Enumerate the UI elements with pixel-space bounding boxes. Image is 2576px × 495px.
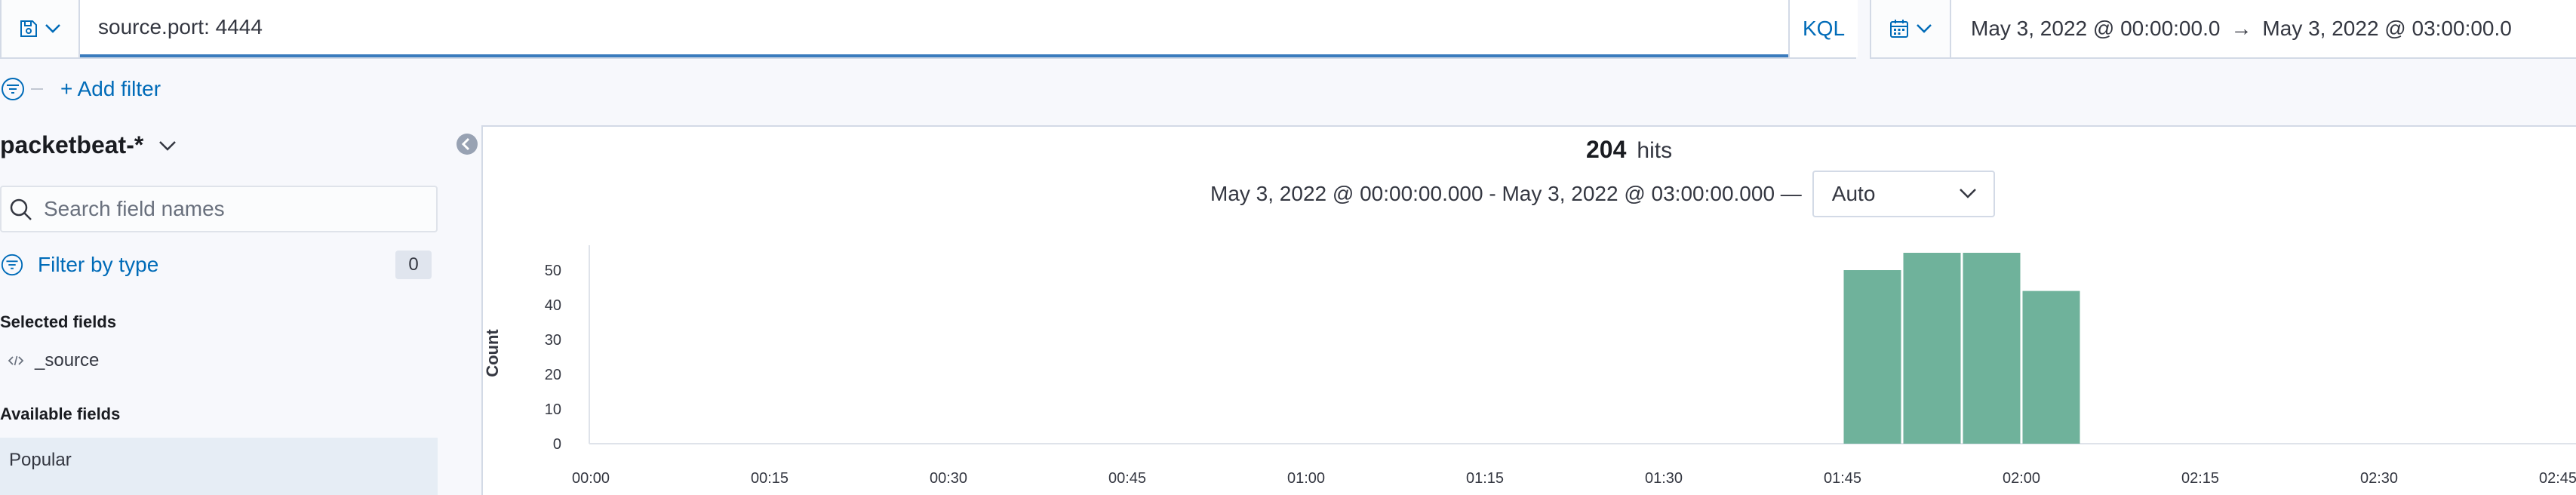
filter-options-button[interactable]	[0, 76, 44, 102]
available-fields-title: Available fields	[0, 404, 121, 423]
chevron-down-icon	[45, 23, 61, 34]
x-tick-label: 02:00	[2003, 470, 2040, 487]
filter-row: + Add filter	[0, 72, 161, 106]
calendar-icon	[1889, 18, 1910, 39]
histogram-bar	[2022, 291, 2080, 444]
index-pattern-label: packetbeat-*	[0, 131, 144, 158]
index-pattern-selector[interactable]: packetbeat-*	[0, 131, 177, 159]
filter-by-type-button[interactable]: Filter by type 0	[0, 247, 438, 282]
kql-button[interactable]: KQL	[1788, 0, 1858, 57]
search-icon	[9, 198, 33, 222]
x-tick-label: 00:30	[930, 470, 967, 487]
histogram-bar	[1963, 253, 2021, 444]
y-axis-label: Count	[483, 329, 502, 377]
histogram-chart: Count 0 10 20 30 40 50 00:00 00:15 00:30 00:45 01:0…	[483, 245, 2576, 487]
start-date-button[interactable]: May 3, 2022 @ 00:00:00.0	[1971, 17, 2220, 41]
date-range: May 3, 2022 @ 00:00:00.0 → May 3, 2022 @…	[1951, 0, 2576, 57]
x-tick-label: 01:45	[1824, 470, 1861, 487]
y-tick-label: 30	[545, 332, 561, 349]
saved-query-button[interactable]	[2, 0, 80, 57]
chevron-down-icon	[1959, 187, 1977, 199]
histogram-bar	[1843, 270, 1901, 444]
x-tick-label: 00:45	[1108, 470, 1146, 487]
x-tick-label: 02:45	[2539, 470, 2576, 487]
x-tick-label: 02:30	[2360, 470, 2398, 487]
interval-value: Auto	[1831, 182, 1876, 205]
end-date-button[interactable]: May 3, 2022 @ 03:00:00.0	[2262, 17, 2511, 41]
filter-by-type-label: Filter by type	[38, 253, 159, 276]
chevron-down-icon	[1916, 23, 1932, 34]
selected-fields-title: Selected fields	[0, 312, 117, 331]
filter-count-badge: 0	[395, 251, 432, 279]
arrow-right-icon: →	[2230, 17, 2252, 40]
filter-icon	[0, 76, 26, 102]
x-tick-label: 02:15	[2181, 470, 2219, 487]
chevron-down-icon	[158, 140, 177, 152]
y-tick-label: 40	[545, 297, 561, 314]
x-tick-label: 01:15	[1466, 470, 1504, 487]
hits-count: 204	[1586, 136, 1627, 163]
hits-label: hits	[1637, 138, 1673, 163]
x-tick-label: 01:00	[1287, 470, 1325, 487]
add-filter-button[interactable]: + Add filter	[60, 77, 161, 101]
query-input[interactable]	[80, 0, 1788, 57]
divider-dash-icon	[30, 87, 44, 91]
sidebar: packetbeat-* Search field names Filter b…	[0, 121, 478, 495]
filter-icon	[0, 253, 24, 277]
y-tick-label: 20	[545, 367, 561, 383]
search-field-names	[0, 186, 438, 232]
popular-fields-group[interactable]: Popular	[0, 438, 438, 495]
arrow-left-circle-icon	[456, 133, 478, 155]
x-tick-label: 00:15	[751, 470, 788, 487]
histogram-bar	[1903, 253, 1961, 444]
quick-select-button[interactable]	[1871, 0, 1951, 57]
y-tick-label: 50	[545, 263, 561, 279]
time-range-row: May 3, 2022 @ 00:00:00.000 - May 3, 2022…	[1210, 171, 1995, 217]
time-range-text: May 3, 2022 @ 00:00:00.000 - May 3, 2022…	[1210, 182, 1802, 205]
popular-label: Popular	[9, 450, 72, 470]
x-tick-label: 01:30	[1645, 470, 1683, 487]
hits-summary: 204 hits	[1586, 136, 1672, 164]
results-panel: 204 hits May 3, 2022 @ 00:00:00.000 - Ma…	[481, 125, 2576, 495]
save-icon	[19, 19, 38, 38]
search-field-names-input[interactable]	[44, 187, 421, 231]
code-icon	[8, 355, 24, 367]
collapse-sidebar-button[interactable]	[456, 133, 478, 155]
query-bar: KQL	[0, 0, 1858, 59]
x-tick-label: 00:00	[572, 470, 610, 487]
field-source[interactable]: _source	[8, 350, 99, 371]
y-tick-label: 0	[553, 436, 561, 453]
date-picker: May 3, 2022 @ 00:00:00.0 → May 3, 2022 @…	[1870, 0, 2576, 59]
y-tick-label: 10	[545, 401, 561, 418]
interval-select[interactable]: Auto	[1812, 171, 1995, 217]
field-name: _source	[35, 350, 100, 370]
